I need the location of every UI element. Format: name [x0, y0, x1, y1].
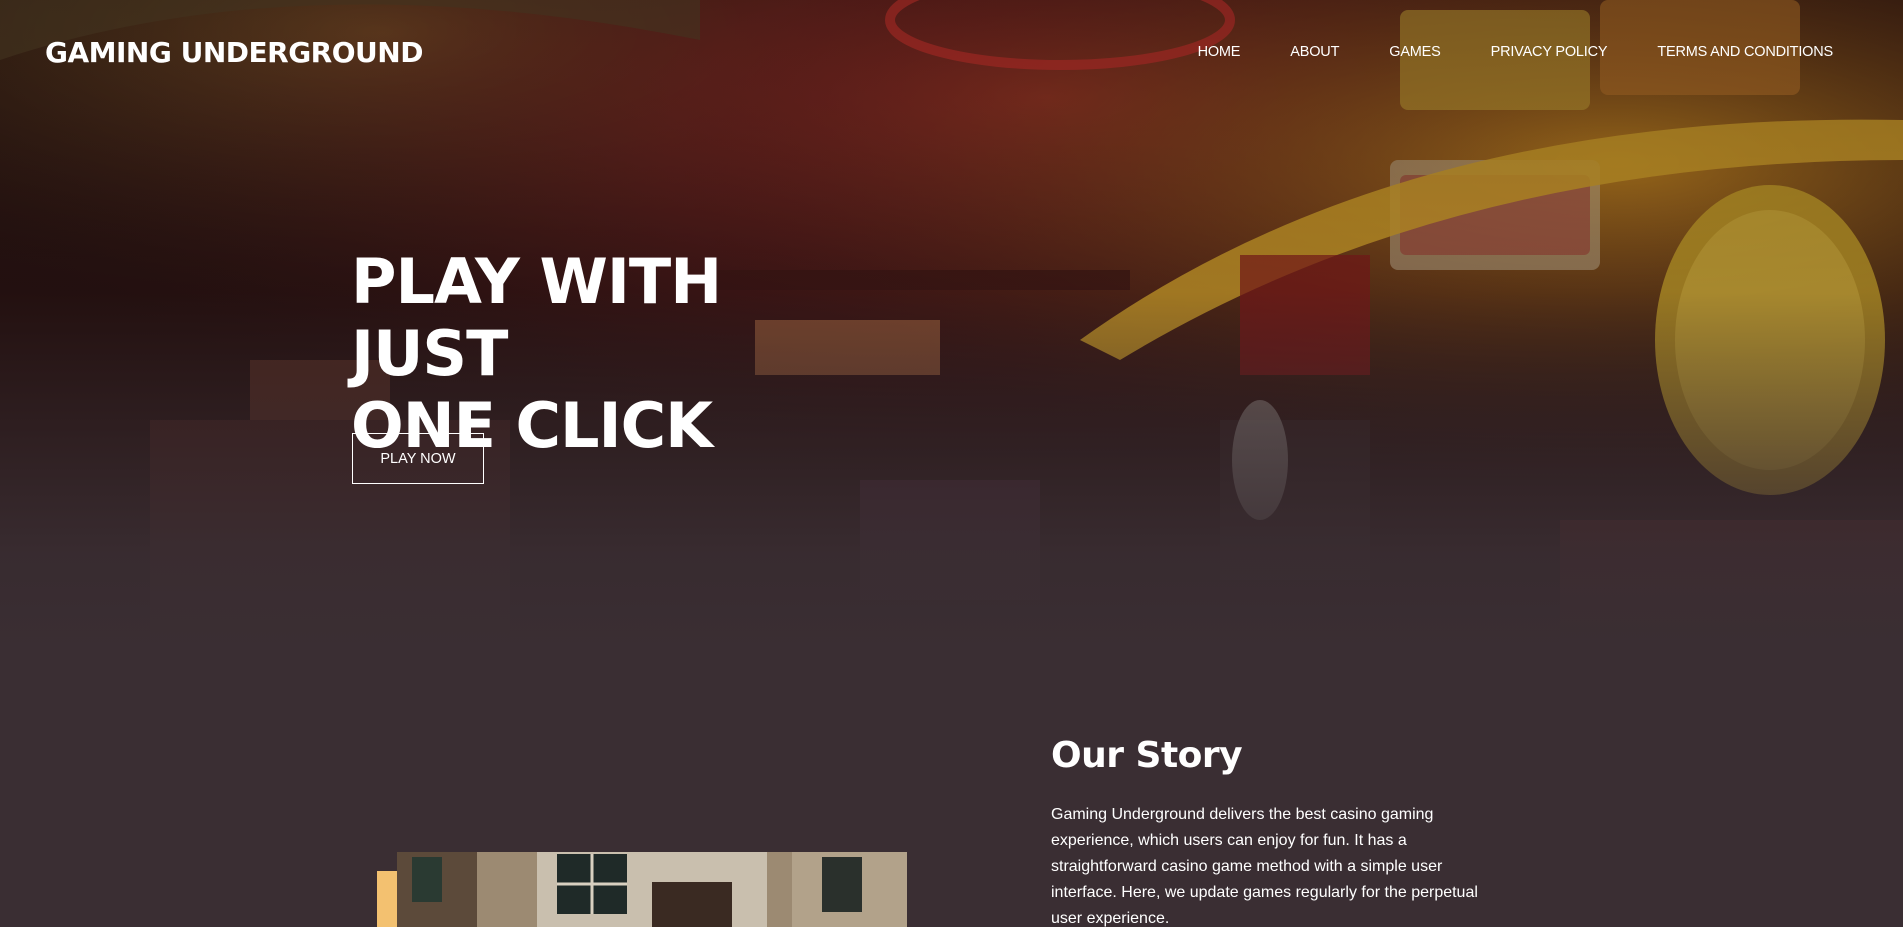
nav-about[interactable]: ABOUT — [1290, 44, 1339, 60]
nav-privacy-policy[interactable]: PRIVACY POLICY — [1491, 44, 1608, 60]
hero-overlay — [0, 0, 1903, 650]
story-text: Gaming Underground delivers the best cas… — [1051, 806, 1478, 927]
building-photo-icon — [397, 852, 907, 927]
site-logo[interactable]: GAMING UNDERGROUND — [45, 36, 423, 69]
story-accent-bar — [377, 871, 397, 927]
nav-terms-and-conditions[interactable]: TERMS AND CONDITIONS — [1657, 44, 1833, 60]
nav-games[interactable]: GAMES — [1389, 44, 1441, 60]
story-photo — [397, 852, 907, 927]
story-title: Our Story — [1051, 735, 1243, 776]
nav-home[interactable]: HOME — [1198, 44, 1241, 60]
play-now-button[interactable]: PLAY NOW — [352, 433, 484, 484]
main-nav: HOME ABOUT GAMES PRIVACY POLICY TERMS AN… — [1148, 44, 1834, 60]
hero-background — [0, 0, 1903, 650]
hero-title: PLAY WITH JUST ONE CLICK — [351, 246, 891, 462]
hero-title-line1: PLAY WITH JUST — [351, 245, 722, 390]
